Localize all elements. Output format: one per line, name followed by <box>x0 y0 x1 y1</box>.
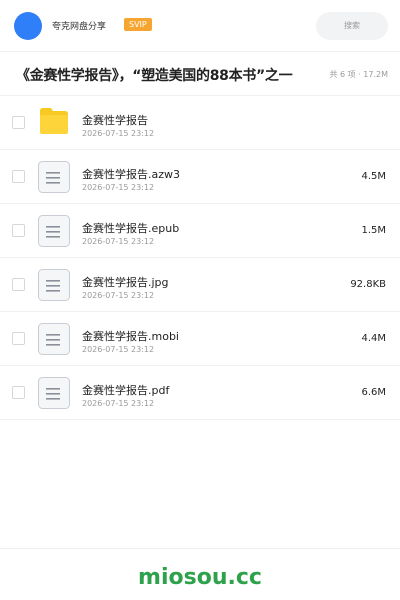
document-icon <box>38 161 70 193</box>
file-date: 2026-07-15 23:12 <box>82 237 155 246</box>
footer: miosou.cc <box>0 548 400 600</box>
checkbox[interactable] <box>12 332 25 345</box>
svip-badge: SVIP <box>124 18 152 31</box>
page-title: 《金赛性学报告》，“塑造美国的88本书”之一 <box>16 68 293 84</box>
file-name: 金赛性学报告.epub <box>82 222 180 235</box>
top-bar: 夸克网盘分享 SVIP 搜索 <box>0 0 400 52</box>
file-name: 金赛性学报告.pdf <box>82 384 170 397</box>
list-item[interactable]: 金赛性学报告.pdf 2026-07-15 23:12 6.6M <box>0 366 400 420</box>
list-item[interactable]: 金赛性学报告.epub 2026-07-15 23:12 1.5M <box>0 204 400 258</box>
watermark-text: miosou.cc <box>138 565 262 590</box>
file-date: 2026-07-15 23:12 <box>82 129 155 138</box>
file-list: 金赛性学报告 2026-07-15 23:12 金赛性学报告.azw3 2026… <box>0 96 400 420</box>
list-item[interactable]: 金赛性学报告 2026-07-15 23:12 <box>0 96 400 150</box>
file-date: 2026-07-15 23:12 <box>82 291 155 300</box>
file-name: 金赛性学报告.jpg <box>82 276 169 289</box>
document-icon <box>38 215 70 247</box>
app-name: 夸克网盘分享 <box>52 22 107 32</box>
file-date: 2026-07-15 23:12 <box>82 399 155 408</box>
file-date: 2026-07-15 23:12 <box>82 183 155 192</box>
file-name: 金赛性学报告 <box>82 114 148 127</box>
file-size: 4.4M <box>361 333 386 344</box>
list-item[interactable]: 金赛性学报告.azw3 2026-07-15 23:12 4.5M <box>0 150 400 204</box>
list-item[interactable]: 金赛性学报告.mobi 2026-07-15 23:12 4.4M <box>0 312 400 366</box>
checkbox[interactable] <box>12 224 25 237</box>
file-name: 金赛性学报告.mobi <box>82 330 179 343</box>
folder-icon <box>40 108 68 134</box>
search-input[interactable]: 搜索 <box>316 12 388 40</box>
file-name: 金赛性学报告.azw3 <box>82 168 181 181</box>
file-size: 92.8KB <box>350 279 386 290</box>
document-icon <box>38 323 70 355</box>
list-item[interactable]: 金赛性学报告.jpg 2026-07-15 23:12 92.8KB <box>0 258 400 312</box>
checkbox[interactable] <box>12 116 25 129</box>
checkbox[interactable] <box>12 278 25 291</box>
file-size: 1.5M <box>361 225 386 236</box>
file-date: 2026-07-15 23:12 <box>82 345 155 354</box>
checkbox[interactable] <box>12 386 25 399</box>
checkbox[interactable] <box>12 170 25 183</box>
document-icon <box>38 377 70 409</box>
file-size: 6.6M <box>361 387 386 398</box>
share-title-row: 《金赛性学报告》，“塑造美国的88本书”之一 共 6 项 · 17.2M <box>0 52 400 96</box>
document-icon <box>38 269 70 301</box>
file-size: 4.5M <box>361 171 386 182</box>
avatar[interactable] <box>14 12 42 40</box>
share-summary: 共 6 项 · 17.2M <box>325 69 388 80</box>
